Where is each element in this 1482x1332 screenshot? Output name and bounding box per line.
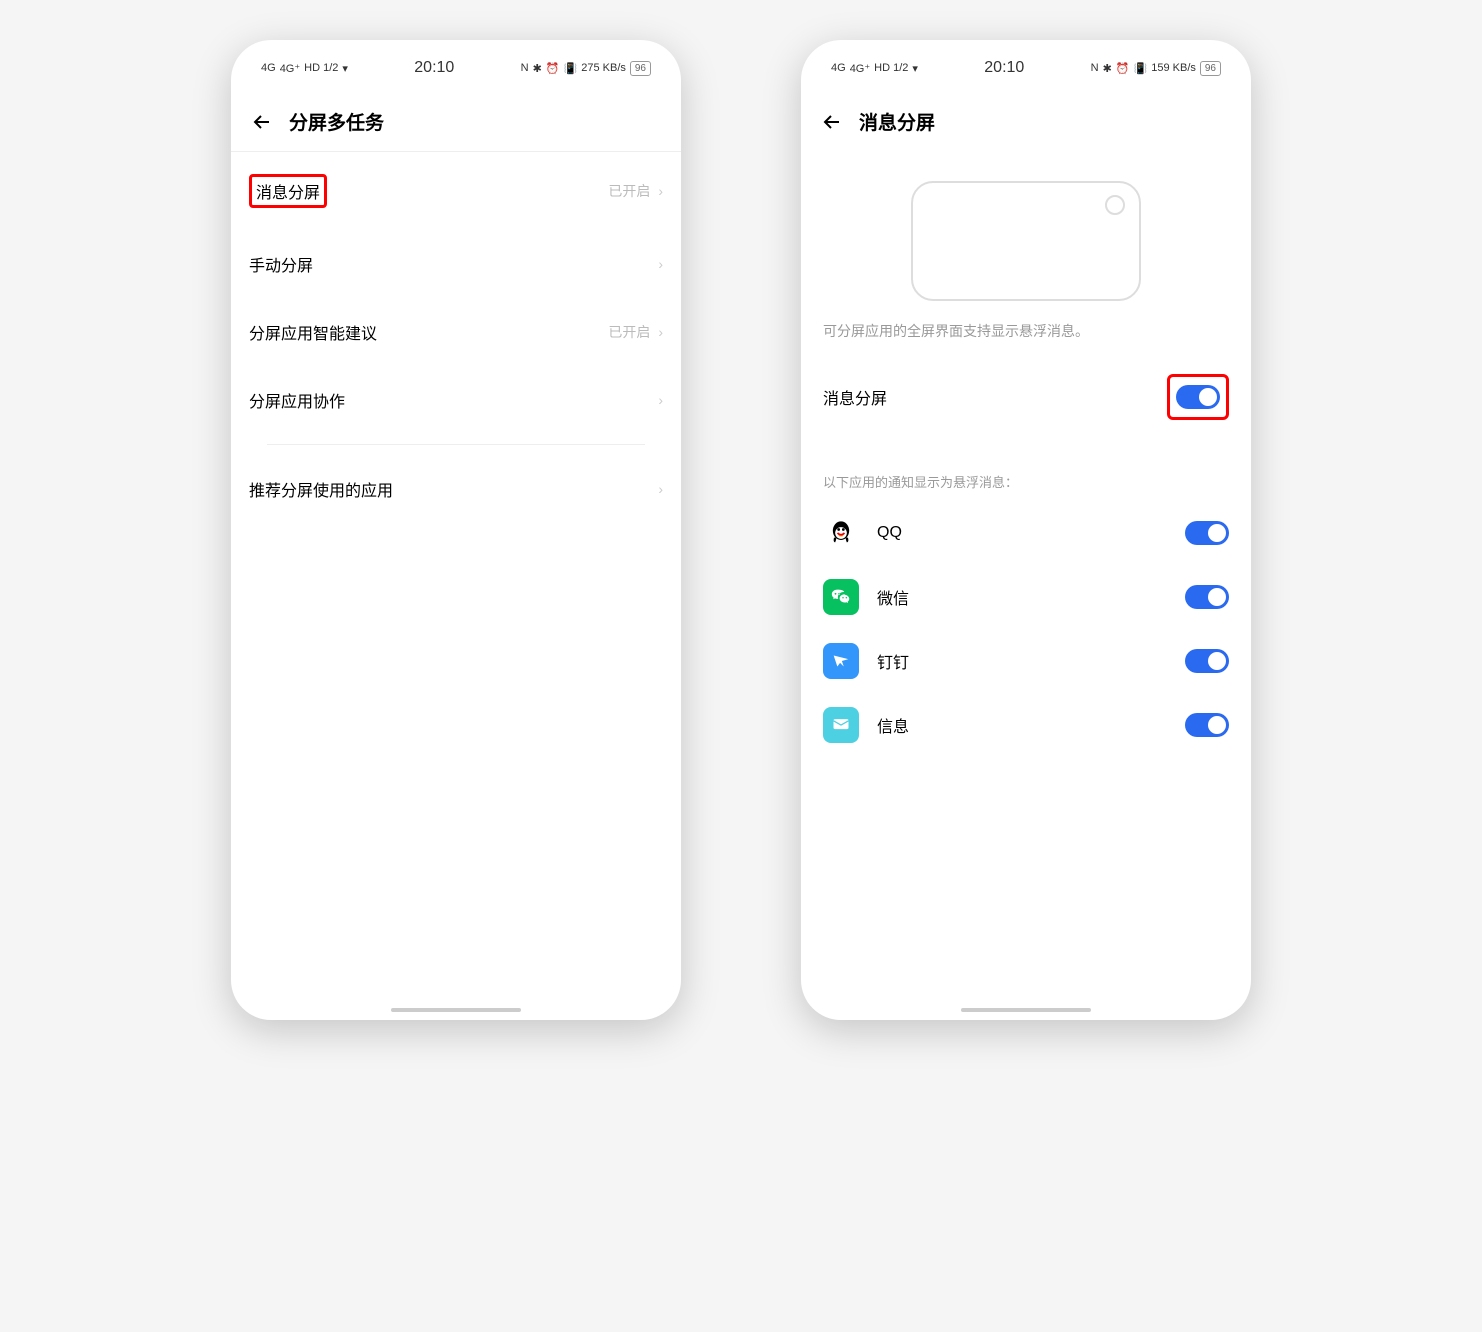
battery-icon: 96 [630,61,651,76]
row-app-collab[interactable]: 分屏应用协作 › [249,366,663,434]
bluetooth-icon: ✱ [533,62,542,75]
wechat-icon [823,579,859,615]
vibrate-icon: 📳 [1134,62,1148,75]
status-bar: 4G 4G⁺ HD 1/2 ▾ 20:10 N ✱ ⏰ 📳 275 KB/s 9… [231,48,681,88]
back-button[interactable] [819,109,845,135]
message-icon [823,707,859,743]
dingtalk-icon [823,643,859,679]
signal-4g-icon: 4G [831,62,846,74]
chevron-right-icon: › [658,256,663,272]
app-name: 微信 [877,585,909,609]
hd-icon: HD 1/2 [304,62,338,74]
message-toggle[interactable] [1185,713,1229,737]
app-row-dingtalk: 钉钉 [801,629,1251,693]
app-name: 信息 [877,713,909,737]
message-split-toggle[interactable] [1176,385,1220,409]
row-label: 手动分屏 [249,252,313,276]
chevron-right-icon: › [658,392,663,408]
phone-left-split-screen-settings: 4G 4G⁺ HD 1/2 ▾ 20:10 N ✱ ⏰ 📳 275 KB/s 9… [231,40,681,1020]
row-manual-split[interactable]: 手动分屏 › [249,230,663,298]
hd-icon: HD 1/2 [874,62,908,74]
nfc-icon: N [521,62,529,74]
row-label: 消息分屏 [256,185,320,202]
highlight-box [1167,374,1229,420]
network-speed: 275 KB/s [581,62,626,74]
chevron-right-icon: › [658,481,663,497]
row-message-split[interactable]: 消息分屏 已开启 › [249,152,663,230]
row-label: 推荐分屏使用的应用 [249,477,393,501]
status-right: N ✱ ⏰ 📳 275 KB/s 96 [521,61,651,76]
row-recommended-apps[interactable]: 推荐分屏使用的应用 › [249,455,663,523]
settings-list: 消息分屏 已开启 › 手动分屏 › 分屏应用智能建议 已开启 › 分屏应用协作 … [231,152,681,523]
alarm-icon: ⏰ [546,62,560,75]
battery-icon: 96 [1200,61,1221,76]
back-button[interactable] [249,109,275,135]
status-bar: 4G 4G⁺ HD 1/2 ▾ 20:10 N ✱ ⏰ 📳 159 KB/s 9… [801,48,1251,88]
nfc-icon: N [1091,62,1099,74]
highlight-box: 消息分屏 [249,174,327,208]
main-toggle-row: 消息分屏 [801,352,1251,442]
chevron-right-icon: › [658,324,663,340]
row-label: 分屏应用智能建议 [249,320,377,344]
row-label: 分屏应用协作 [249,388,345,412]
section-label: 以下应用的通知显示为悬浮消息： [801,442,1251,501]
dropdown-icon: ▾ [912,62,918,75]
alarm-icon: ⏰ [1116,62,1130,75]
header: 消息分屏 [801,88,1251,151]
toggle-label: 消息分屏 [823,385,887,409]
row-smart-suggest[interactable]: 分屏应用智能建议 已开启 › [249,298,663,366]
bluetooth-icon: ✱ [1103,62,1112,75]
app-row-message: 信息 [801,693,1251,757]
description-text: 可分屏应用的全屏界面支持显示悬浮消息。 [801,321,1251,352]
page-title: 消息分屏 [859,108,935,135]
app-name: QQ [877,524,902,542]
status-right: N ✱ ⏰ 📳 159 KB/s 96 [1091,61,1221,76]
status-time: 20:10 [984,59,1024,77]
network-speed: 159 KB/s [1151,62,1196,74]
signal-4g-plus-icon: 4G⁺ [850,62,870,75]
home-indicator[interactable] [961,1008,1091,1012]
app-name: 钉钉 [877,649,909,673]
phone-right-message-split-detail: 4G 4G⁺ HD 1/2 ▾ 20:10 N ✱ ⏰ 📳 159 KB/s 9… [801,40,1251,1020]
signal-4g-plus-icon: 4G⁺ [280,62,300,75]
wechat-toggle[interactable] [1185,585,1229,609]
dingtalk-toggle[interactable] [1185,649,1229,673]
page-title: 分屏多任务 [289,108,384,135]
qq-icon [823,515,859,551]
chevron-right-icon: › [658,183,663,199]
signal-4g-icon: 4G [261,62,276,74]
status-left: 4G 4G⁺ HD 1/2 ▾ [831,62,918,75]
phone-illustration [911,181,1141,301]
row-status: 已开启 [608,322,650,342]
header: 分屏多任务 [231,88,681,151]
dropdown-icon: ▾ [342,62,348,75]
home-indicator[interactable] [391,1008,521,1012]
status-time: 20:10 [414,59,454,77]
app-row-wechat: 微信 [801,565,1251,629]
vibrate-icon: 📳 [564,62,578,75]
status-left: 4G 4G⁺ HD 1/2 ▾ [261,62,348,75]
qq-toggle[interactable] [1185,521,1229,545]
app-row-qq: QQ [801,501,1251,565]
row-status: 已开启 [608,181,650,201]
